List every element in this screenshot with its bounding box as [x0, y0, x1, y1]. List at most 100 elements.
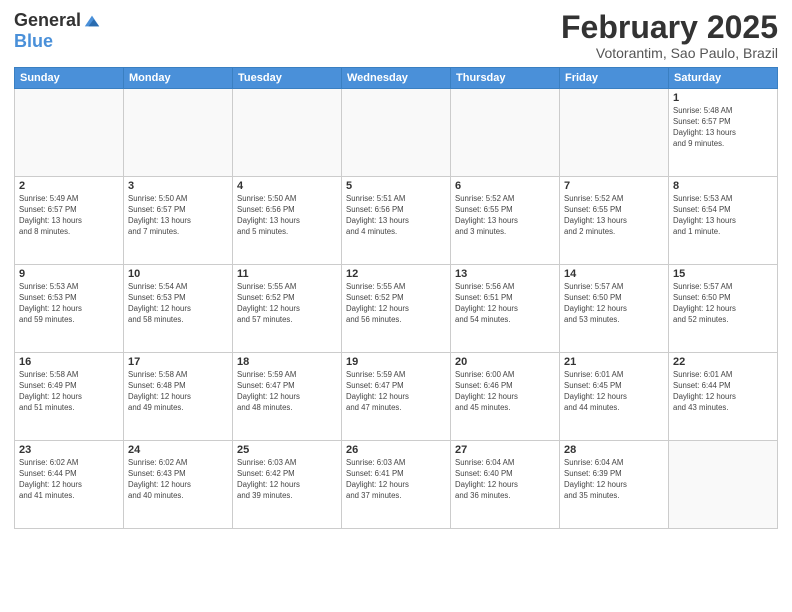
day-number: 4: [237, 180, 337, 192]
day-info: Sunrise: 5:59 AM Sunset: 6:47 PM Dayligh…: [237, 370, 337, 414]
day-info: Sunrise: 6:03 AM Sunset: 6:41 PM Dayligh…: [346, 458, 446, 502]
table-row: [233, 89, 342, 177]
day-info: Sunrise: 5:52 AM Sunset: 6:55 PM Dayligh…: [564, 194, 664, 238]
day-info: Sunrise: 5:48 AM Sunset: 6:57 PM Dayligh…: [673, 106, 773, 150]
day-info: Sunrise: 6:01 AM Sunset: 6:44 PM Dayligh…: [673, 370, 773, 414]
table-row: 20 Sunrise: 6:00 AM Sunset: 6:46 PM Dayli…: [451, 353, 560, 441]
table-row: 24 Sunrise: 6:02 AM Sunset: 6:43 PM Dayli…: [124, 441, 233, 529]
table-row: 17Sunrise: 5:58 AM Sunset: 6:48 PM Dayli…: [124, 353, 233, 441]
day-info: Sunrise: 5:58 AM Sunset: 6:48 PM Dayligh…: [128, 370, 228, 414]
col-wednesday: Wednesday: [342, 68, 451, 89]
page: General Blue February 2025 Votorantim, S…: [0, 0, 792, 612]
day-number: 19: [346, 356, 446, 368]
table-row: 23 Sunrise: 6:02 AM Sunset: 6:44 PM Dayli…: [15, 441, 124, 529]
logo-general-text: General: [14, 10, 81, 31]
day-info: Sunrise: 5:53 AM Sunset: 6:54 PM Dayligh…: [673, 194, 773, 238]
day-number: 22: [673, 356, 773, 368]
day-info: Sunrise: 6:02 AM Sunset: 6:43 PM Dayligh…: [128, 458, 228, 502]
day-number: 6: [455, 180, 555, 192]
table-row: 27Sunrise: 6:04 AM Sunset: 6:40 PM Dayli…: [451, 441, 560, 529]
day-info: Sunrise: 5:58 AM Sunset: 6:49 PM Dayligh…: [19, 370, 119, 414]
day-number: 23: [19, 444, 119, 456]
calendar-header-row: Sunday Monday Tuesday Wednesday Thursday…: [15, 68, 778, 89]
day-number: 9: [19, 268, 119, 280]
day-number: 7: [564, 180, 664, 192]
day-info: Sunrise: 5:57 AM Sunset: 6:50 PM Dayligh…: [673, 282, 773, 326]
day-number: 28: [564, 444, 664, 456]
day-number: 3: [128, 180, 228, 192]
table-row: 10 Sunrise: 5:54 AM Sunset: 6:53 PM Dayli…: [124, 265, 233, 353]
table-row: 5 Sunrise: 5:51 AM Sunset: 6:56 PM Daylig…: [342, 177, 451, 265]
day-number: 2: [19, 180, 119, 192]
day-number: 16: [19, 356, 119, 368]
table-row: 6Sunrise: 5:52 AM Sunset: 6:55 PM Daylig…: [451, 177, 560, 265]
logo: General Blue: [14, 10, 101, 52]
day-number: 10: [128, 268, 228, 280]
table-row: 7 Sunrise: 5:52 AM Sunset: 6:55 PM Daylig…: [560, 177, 669, 265]
table-row: [15, 89, 124, 177]
table-row: 3 Sunrise: 5:50 AM Sunset: 6:57 PM Daylig…: [124, 177, 233, 265]
day-info: Sunrise: 6:04 AM Sunset: 6:40 PM Dayligh…: [455, 458, 555, 502]
day-info: Sunrise: 5:54 AM Sunset: 6:53 PM Dayligh…: [128, 282, 228, 326]
table-row: 15 Sunrise: 5:57 AM Sunset: 6:50 PM Dayli…: [669, 265, 778, 353]
day-number: 20: [455, 356, 555, 368]
day-number: 11: [237, 268, 337, 280]
month-title: February 2025: [561, 10, 778, 45]
table-row: 9 Sunrise: 5:53 AM Sunset: 6:53 PM Daylig…: [15, 265, 124, 353]
table-row: 28 Sunrise: 6:04 AM Sunset: 6:39 PM Dayli…: [560, 441, 669, 529]
col-monday: Monday: [124, 68, 233, 89]
day-info: Sunrise: 6:04 AM Sunset: 6:39 PM Dayligh…: [564, 458, 664, 502]
week-row-3: 16 Sunrise: 5:58 AM Sunset: 6:49 PM Dayli…: [15, 353, 778, 441]
day-number: 1: [673, 92, 773, 104]
day-info: Sunrise: 5:56 AM Sunset: 6:51 PM Dayligh…: [455, 282, 555, 326]
logo-blue-text: Blue: [14, 31, 53, 52]
day-info: Sunrise: 5:50 AM Sunset: 6:57 PM Dayligh…: [128, 194, 228, 238]
day-number: 18: [237, 356, 337, 368]
day-number: 21: [564, 356, 664, 368]
week-row-4: 23 Sunrise: 6:02 AM Sunset: 6:44 PM Dayli…: [15, 441, 778, 529]
day-info: Sunrise: 5:53 AM Sunset: 6:53 PM Dayligh…: [19, 282, 119, 326]
table-row: [451, 89, 560, 177]
day-info: Sunrise: 5:50 AM Sunset: 6:56 PM Dayligh…: [237, 194, 337, 238]
day-info: Sunrise: 5:59 AM Sunset: 6:47 PM Dayligh…: [346, 370, 446, 414]
col-saturday: Saturday: [669, 68, 778, 89]
week-row-0: 1 Sunrise: 5:48 AM Sunset: 6:57 PM Daylig…: [15, 89, 778, 177]
table-row: 26Sunrise: 6:03 AM Sunset: 6:41 PM Dayli…: [342, 441, 451, 529]
col-thursday: Thursday: [451, 68, 560, 89]
week-row-1: 2Sunrise: 5:49 AM Sunset: 6:57 PM Daylig…: [15, 177, 778, 265]
table-row: 16 Sunrise: 5:58 AM Sunset: 6:49 PM Dayli…: [15, 353, 124, 441]
day-number: 12: [346, 268, 446, 280]
col-sunday: Sunday: [15, 68, 124, 89]
day-number: 13: [455, 268, 555, 280]
day-number: 15: [673, 268, 773, 280]
table-row: [342, 89, 451, 177]
table-row: 25Sunrise: 6:03 AM Sunset: 6:42 PM Dayli…: [233, 441, 342, 529]
logo-icon: [83, 12, 101, 30]
day-info: Sunrise: 6:01 AM Sunset: 6:45 PM Dayligh…: [564, 370, 664, 414]
day-info: Sunrise: 6:02 AM Sunset: 6:44 PM Dayligh…: [19, 458, 119, 502]
day-info: Sunrise: 5:55 AM Sunset: 6:52 PM Dayligh…: [237, 282, 337, 326]
day-info: Sunrise: 5:57 AM Sunset: 6:50 PM Dayligh…: [564, 282, 664, 326]
day-number: 5: [346, 180, 446, 192]
table-row: 8 Sunrise: 5:53 AM Sunset: 6:54 PM Daylig…: [669, 177, 778, 265]
week-row-2: 9 Sunrise: 5:53 AM Sunset: 6:53 PM Daylig…: [15, 265, 778, 353]
table-row: 18 Sunrise: 5:59 AM Sunset: 6:47 PM Dayli…: [233, 353, 342, 441]
table-row: 11 Sunrise: 5:55 AM Sunset: 6:52 PM Dayli…: [233, 265, 342, 353]
table-row: [669, 441, 778, 529]
day-info: Sunrise: 5:55 AM Sunset: 6:52 PM Dayligh…: [346, 282, 446, 326]
day-info: Sunrise: 6:03 AM Sunset: 6:42 PM Dayligh…: [237, 458, 337, 502]
table-row: [124, 89, 233, 177]
col-tuesday: Tuesday: [233, 68, 342, 89]
header: General Blue February 2025 Votorantim, S…: [14, 10, 778, 61]
day-number: 8: [673, 180, 773, 192]
calendar-table: Sunday Monday Tuesday Wednesday Thursday…: [14, 67, 778, 529]
table-row: 13 Sunrise: 5:56 AM Sunset: 6:51 PM Dayli…: [451, 265, 560, 353]
location: Votorantim, Sao Paulo, Brazil: [561, 45, 778, 61]
day-number: 24: [128, 444, 228, 456]
day-info: Sunrise: 5:51 AM Sunset: 6:56 PM Dayligh…: [346, 194, 446, 238]
table-row: 21 Sunrise: 6:01 AM Sunset: 6:45 PM Dayli…: [560, 353, 669, 441]
day-info: Sunrise: 6:00 AM Sunset: 6:46 PM Dayligh…: [455, 370, 555, 414]
title-block: February 2025 Votorantim, Sao Paulo, Bra…: [561, 10, 778, 61]
table-row: [560, 89, 669, 177]
table-row: 2Sunrise: 5:49 AM Sunset: 6:57 PM Daylig…: [15, 177, 124, 265]
